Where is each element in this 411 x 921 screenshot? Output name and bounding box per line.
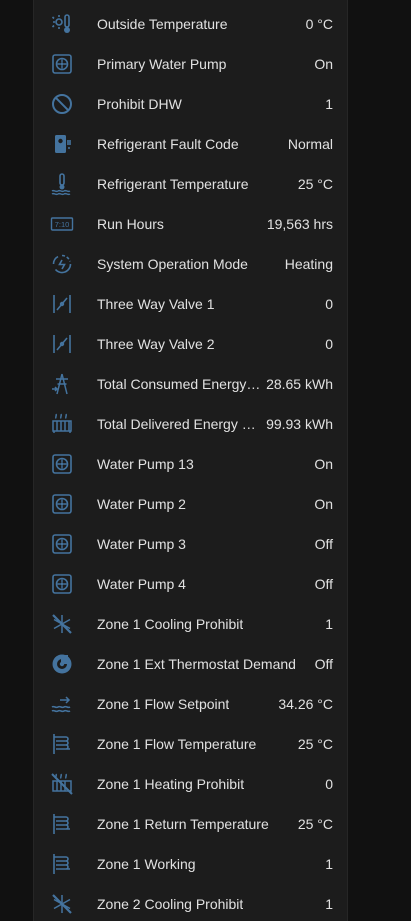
- pump-icon: [50, 572, 74, 596]
- entity-row[interactable]: Zone 1 Ext Thermostat Demand Off: [34, 644, 347, 684]
- entity-state: 0: [325, 296, 333, 312]
- entity-name: Refrigerant Temperature: [97, 176, 249, 192]
- entity-row[interactable]: Three Way Valve 1 0: [34, 284, 347, 324]
- entity-state: On: [314, 456, 333, 472]
- entity-row[interactable]: Total Delivered Energy … 99.93 kWh: [34, 404, 347, 444]
- entity-state: Off: [314, 656, 333, 672]
- entity-name: Zone 1 Heating Prohibit: [97, 776, 245, 792]
- entity-name: Zone 1 Flow Temperature: [97, 736, 257, 752]
- entity-row[interactable]: Primary Water Pump On: [34, 44, 347, 84]
- entity-state: Heating: [284, 256, 333, 272]
- entity-state: 28.65 kWh: [266, 376, 333, 392]
- entity-name: Run Hours: [97, 216, 164, 232]
- pump-icon: [50, 452, 74, 476]
- snowflake-off-icon: [50, 892, 74, 916]
- entity-state: 25 °C: [297, 816, 333, 832]
- entity-name: System Operation Mode: [97, 256, 248, 272]
- entity-name: Total Delivered Energy …: [97, 416, 256, 432]
- hvac-fault-icon: [50, 132, 74, 156]
- entity-state: On: [314, 56, 333, 72]
- entity-name: Outside Temperature: [97, 16, 228, 32]
- entity-row[interactable]: Zone 1 Cooling Prohibit 1: [34, 604, 347, 644]
- pump-icon: [50, 492, 74, 516]
- entity-state: Off: [314, 576, 333, 592]
- valve-icon: [50, 292, 74, 316]
- entity-name: Three Way Valve 1: [97, 296, 215, 312]
- entity-row[interactable]: Zone 2 Cooling Prohibit 1: [34, 884, 347, 921]
- entity-name: Zone 1 Cooling Prohibit: [97, 616, 244, 632]
- entity-state: 0 °C: [305, 16, 333, 32]
- entity-row[interactable]: Zone 1 Flow Setpoint 34.26 °C: [34, 684, 347, 724]
- entity-row[interactable]: Refrigerant Fault Code Normal: [34, 124, 347, 164]
- thermostat-icon: [50, 652, 74, 676]
- snowflake-off-icon: [50, 612, 74, 636]
- radiator-off-icon: [50, 772, 74, 796]
- entity-name: Total Consumed Energy…: [97, 376, 261, 392]
- pump-icon: [50, 532, 74, 556]
- entity-name: Zone 1 Flow Setpoint: [97, 696, 230, 712]
- heating-coil-icon: [50, 732, 74, 756]
- thermometer-water-icon: [50, 172, 74, 196]
- entity-state: 1: [325, 896, 333, 912]
- entity-row[interactable]: Outside Temperature 0 °C: [34, 4, 347, 44]
- entity-row[interactable]: Water Pump 4 Off: [34, 564, 347, 604]
- pump-icon: [50, 52, 74, 76]
- entity-name: Zone 2 Cooling Prohibit: [97, 896, 244, 912]
- entity-state: 1: [325, 856, 333, 872]
- transmission-tower-import-icon: [50, 372, 74, 396]
- thermometer-sun-icon: [50, 12, 74, 36]
- heating-coil-icon: [50, 812, 74, 836]
- entity-state: 34.26 °C: [278, 696, 333, 712]
- entity-row[interactable]: Water Pump 3 Off: [34, 524, 347, 564]
- entity-row[interactable]: Water Pump 13 On: [34, 444, 347, 484]
- entity-name: Water Pump 2: [97, 496, 186, 512]
- entity-state: 0: [325, 776, 333, 792]
- entity-row[interactable]: Refrigerant Temperature 25 °C: [34, 164, 347, 204]
- entity-name: Water Pump 13: [97, 456, 194, 472]
- entity-name: Prohibit DHW: [97, 96, 182, 112]
- entities-card: Outside Temperature 0 °C Primary Water Pum…: [33, 0, 348, 921]
- entity-row[interactable]: System Operation Mode Heating: [34, 244, 347, 284]
- waves-arrow-right-icon: [50, 692, 74, 716]
- entity-row[interactable]: Zone 1 Heating Prohibit 0: [34, 764, 347, 804]
- entity-state: 99.93 kWh: [266, 416, 333, 432]
- heating-coil-icon: [50, 852, 74, 876]
- entity-row[interactable]: Three Way Valve 2 0: [34, 324, 347, 364]
- entity-state: 25 °C: [297, 736, 333, 752]
- entity-state: On: [314, 496, 333, 512]
- valve-icon: [50, 332, 74, 356]
- counter-icon: 7:10: [50, 212, 74, 236]
- svg-text:7:10: 7:10: [55, 220, 70, 229]
- radiator-icon: [50, 412, 74, 436]
- entity-name: Zone 1 Ext Thermostat Demand: [97, 656, 296, 672]
- entity-row[interactable]: 7:10 Run Hours 19,563 hrs: [34, 204, 347, 244]
- entity-state: 1: [325, 96, 333, 112]
- cancel-icon: [50, 92, 74, 116]
- entity-name: Water Pump 3: [97, 536, 186, 552]
- entity-row[interactable]: Water Pump 2 On: [34, 484, 347, 524]
- entity-state: Normal: [287, 136, 333, 152]
- entity-name: Water Pump 4: [97, 576, 186, 592]
- entity-name: Refrigerant Fault Code: [97, 136, 239, 152]
- entity-state: 19,563 hrs: [266, 216, 333, 232]
- entity-row[interactable]: Total Consumed Energy… 28.65 kWh: [34, 364, 347, 404]
- entity-state: Off: [314, 536, 333, 552]
- entity-name: Zone 1 Working: [97, 856, 196, 872]
- entity-row[interactable]: Zone 1 Return Temperature 25 °C: [34, 804, 347, 844]
- entity-name: Primary Water Pump: [97, 56, 227, 72]
- entity-row[interactable]: Zone 1 Working 1: [34, 844, 347, 884]
- entity-row[interactable]: Prohibit DHW 1: [34, 84, 347, 124]
- entity-name: Three Way Valve 2: [97, 336, 215, 352]
- entity-row[interactable]: Zone 1 Flow Temperature 25 °C: [34, 724, 347, 764]
- entity-state: 0: [325, 336, 333, 352]
- entity-state: 25 °C: [297, 176, 333, 192]
- entity-state: 1: [325, 616, 333, 632]
- sync-circle-icon: [50, 252, 74, 276]
- entity-name: Zone 1 Return Temperature: [97, 816, 269, 832]
